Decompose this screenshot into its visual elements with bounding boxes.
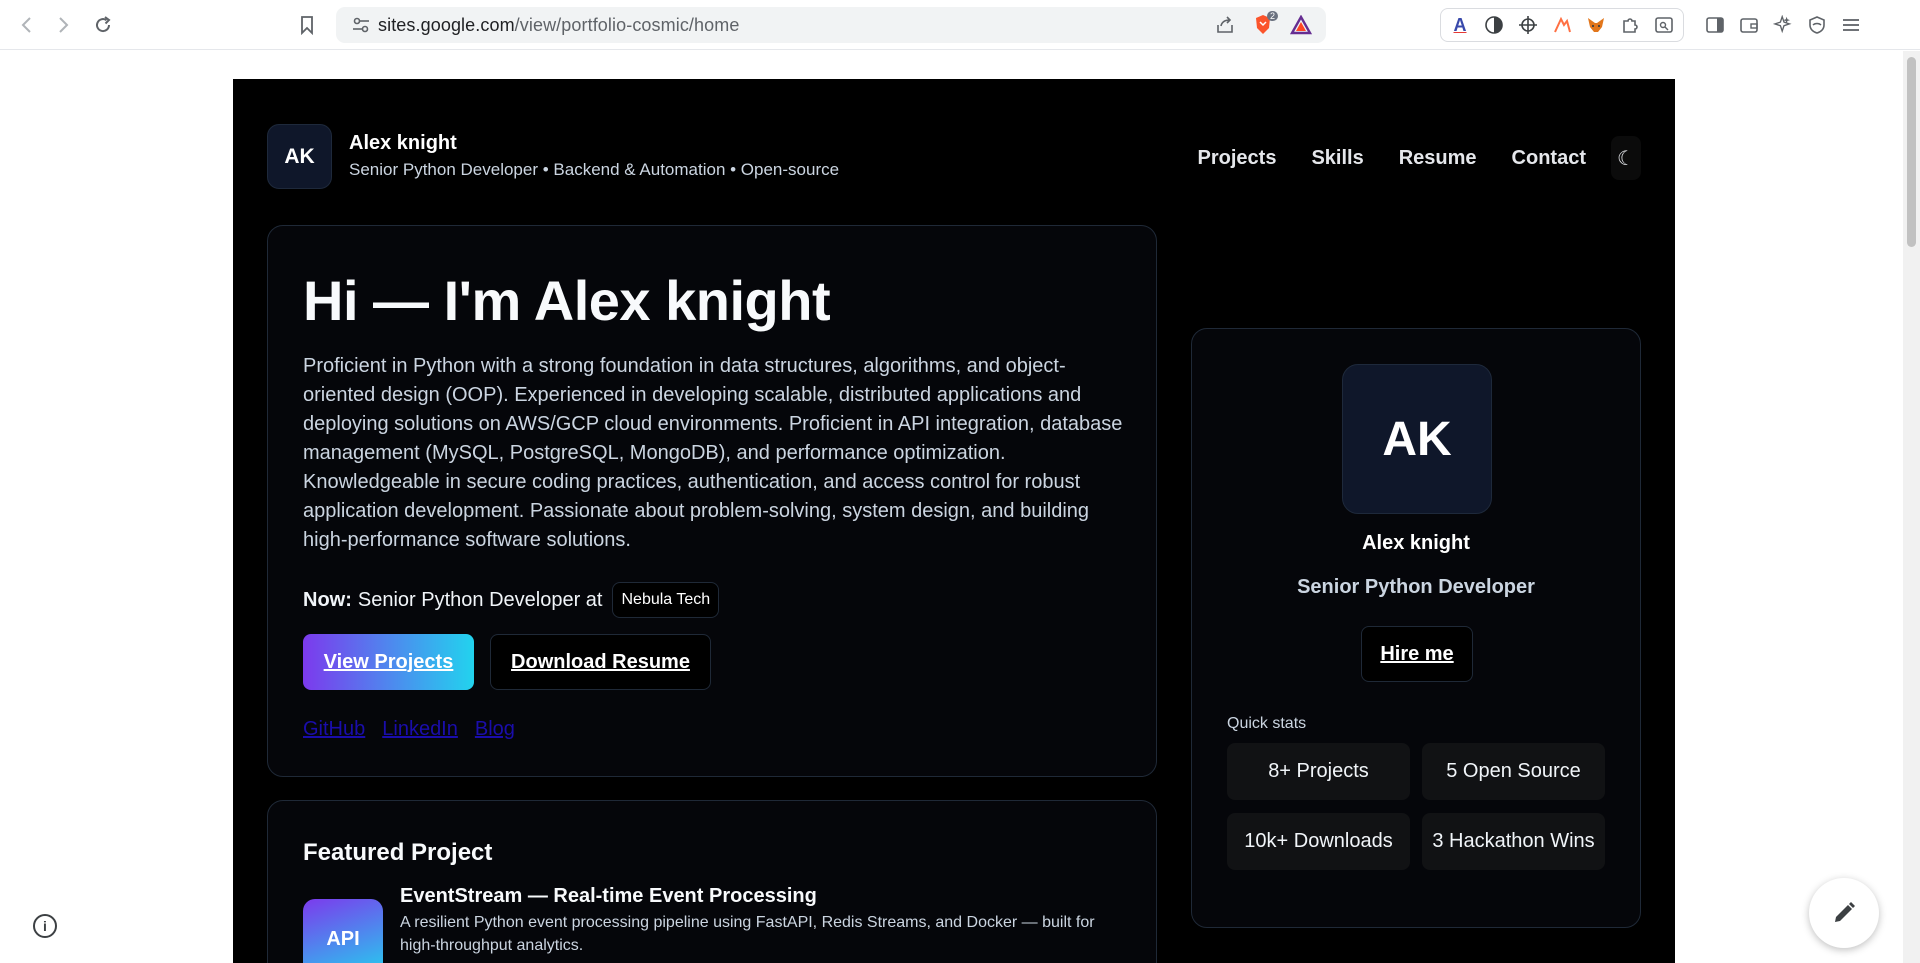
browser-toolbar: sites.google.com/view/portfolio-cosmic/h… xyxy=(0,0,1920,50)
quick-stats-grid: 8+ Projects 5 Open Source 10k+ Downloads… xyxy=(1227,743,1606,870)
info-icon[interactable]: i xyxy=(33,914,57,938)
project-title[interactable]: EventStream — Real-time Event Processing xyxy=(400,885,817,908)
share-icon[interactable] xyxy=(1210,10,1240,40)
brave-rewards-icon[interactable] xyxy=(1286,10,1316,40)
extension-group: A xyxy=(1440,8,1684,42)
nav-skills[interactable]: Skills xyxy=(1311,147,1363,170)
extensions-bar: A xyxy=(1440,8,1866,42)
stat-downloads: 10k+ Downloads xyxy=(1227,813,1410,870)
linkedin-link[interactable]: LinkedIn xyxy=(382,718,458,741)
site-settings-icon[interactable] xyxy=(344,7,378,43)
font-extension-icon[interactable]: A xyxy=(1445,10,1475,40)
crosshair-extension-icon[interactable] xyxy=(1513,10,1543,40)
scrollbar-thumb[interactable] xyxy=(1907,57,1916,247)
nav-resume[interactable]: Resume xyxy=(1399,147,1477,170)
nav-projects[interactable]: Projects xyxy=(1198,147,1277,170)
hero-title: Hi — I'm Alex knight xyxy=(303,269,831,332)
sidebar-toggle-icon[interactable] xyxy=(1700,10,1730,40)
dark-mode-extension-icon[interactable] xyxy=(1479,10,1509,40)
nav-contact[interactable]: Contact xyxy=(1512,147,1586,170)
now-label: Now: xyxy=(303,588,352,611)
site-header: AK Alex knight Senior Python Developer •… xyxy=(267,124,1641,190)
wallet-icon[interactable] xyxy=(1734,10,1764,40)
wave-extension-icon[interactable] xyxy=(1547,10,1577,40)
hire-me-button[interactable]: Hire me xyxy=(1361,626,1473,682)
site-tagline: Senior Python Developer • Backend & Auto… xyxy=(349,160,840,179)
forward-button[interactable] xyxy=(48,10,78,40)
reload-icon xyxy=(96,16,111,33)
reload-button[interactable] xyxy=(88,10,118,40)
blog-link[interactable]: Blog xyxy=(475,718,515,741)
url-text: sites.google.com/view/portfolio-cosmic/h… xyxy=(378,14,740,35)
back-button[interactable] xyxy=(12,10,42,40)
github-link[interactable]: GitHub xyxy=(303,718,365,741)
portfolio-site: AK Alex knight Senior Python Developer •… xyxy=(233,79,1675,963)
view-projects-button[interactable]: View Projects xyxy=(303,634,474,690)
logo-badge[interactable]: AK xyxy=(267,124,332,189)
vpn-shield-icon[interactable] xyxy=(1802,10,1832,40)
bookmark-button[interactable] xyxy=(292,10,322,40)
shields-count-badge: 2 xyxy=(1266,11,1278,21)
stat-projects: 8+ Projects xyxy=(1227,743,1410,800)
download-resume-button[interactable]: Download Resume xyxy=(490,634,711,690)
metamask-fox-icon[interactable] xyxy=(1581,10,1611,40)
hero-card: Hi — I'm Alex knight Proficient in Pytho… xyxy=(267,225,1157,777)
forward-arrow-icon xyxy=(59,17,69,33)
social-links: GitHub LinkedIn Blog xyxy=(303,718,515,741)
address-bar[interactable]: sites.google.com/view/portfolio-cosmic/h… xyxy=(336,7,1326,43)
hero-bio: Proficient in Python with a strong found… xyxy=(303,355,1123,551)
puzzle-extensions-icon[interactable] xyxy=(1615,10,1645,40)
reader-mode-icon[interactable] xyxy=(1649,10,1679,40)
current-role: Now: Senior Python Developer at Nebula T… xyxy=(303,582,720,618)
profile-name: Alex knight xyxy=(1362,532,1470,554)
page-viewport: AK Alex knight Senior Python Developer •… xyxy=(0,51,1920,963)
now-text: Senior Python Developer at xyxy=(357,588,603,611)
profile-card: AK Alex knight Senior Python Developer H… xyxy=(1191,328,1641,928)
back-arrow-icon xyxy=(21,17,31,33)
theme-toggle-moon-icon[interactable]: ☾ xyxy=(1611,136,1641,180)
brave-shields-icon[interactable]: 2 xyxy=(1248,10,1278,40)
featured-project-card: Featured Project API EventStream — Real-… xyxy=(267,800,1157,963)
leo-ai-icon[interactable] xyxy=(1768,10,1798,40)
stat-open-source: 5 Open Source xyxy=(1422,743,1605,800)
profile-role: Senior Python Developer xyxy=(1297,576,1535,598)
top-nav: Projects Skills Resume Contact ☾ xyxy=(1198,136,1641,180)
site-name: Alex knight xyxy=(349,132,457,154)
featured-heading: Featured Project xyxy=(303,839,493,866)
stat-hackathon-wins: 3 Hackathon Wins xyxy=(1422,813,1605,870)
project-description: A resilient Python event processing pipe… xyxy=(400,914,1095,954)
api-project-icon: API xyxy=(303,899,383,963)
company-chip: Nebula Tech xyxy=(612,582,720,618)
bookmark-icon xyxy=(301,16,313,35)
quick-stats-label: Quick stats xyxy=(1227,715,1307,732)
menu-icon[interactable] xyxy=(1836,10,1866,40)
avatar: AK xyxy=(1342,364,1492,514)
edit-pencil-icon[interactable] xyxy=(1809,878,1879,948)
page-scrollbar[interactable] xyxy=(1903,51,1920,963)
